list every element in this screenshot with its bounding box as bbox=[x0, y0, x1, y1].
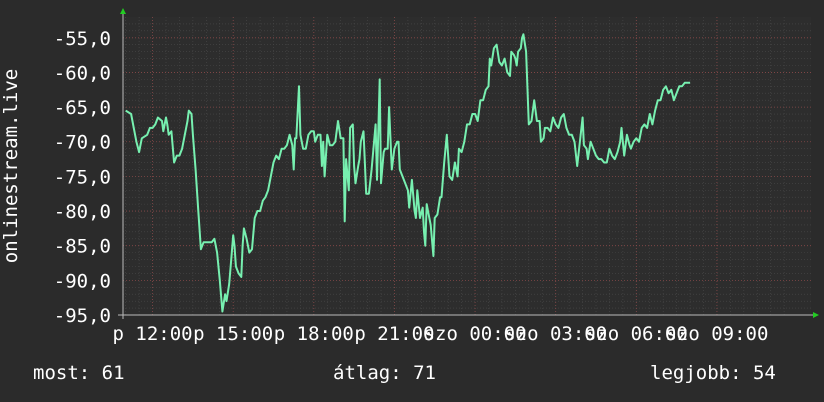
y-tick-label: -85,0 bbox=[54, 236, 111, 258]
current-value: most: 61 bbox=[33, 362, 125, 384]
y-tick-label: -60,0 bbox=[54, 62, 111, 84]
line-chart: -55,0 -60,0 -65,0 -70,0 -75,0 -80,0 -85,0 -90,0… bbox=[0, 8, 819, 345]
y-axis-arrow bbox=[120, 8, 126, 14]
y-tick-label: -80,0 bbox=[54, 201, 111, 223]
x-tick-label: szo 09:00 bbox=[665, 323, 768, 345]
x-tick-labels: p 12:00 p 15:00 p 18:00 p 21:00szo 00:00szo… bbox=[113, 323, 769, 345]
y-tick-label: -55,0 bbox=[54, 28, 111, 50]
y-tick-label: -65,0 bbox=[54, 97, 111, 119]
best-value: legjobb: 54 bbox=[650, 362, 776, 384]
y-tick-label: -70,0 bbox=[54, 132, 111, 154]
y-tick-label: -90,0 bbox=[54, 270, 111, 292]
x-tick-label: p 12:00 bbox=[113, 323, 193, 345]
plot-area bbox=[123, 17, 811, 315]
x-axis-arrow bbox=[813, 312, 819, 318]
x-tick-label: p 21:00 bbox=[354, 323, 434, 345]
x-tick-label: p 18:00 bbox=[274, 323, 354, 345]
y-tick-label: -75,0 bbox=[54, 166, 111, 188]
y-tick-label: -95,0 bbox=[54, 305, 111, 327]
x-tick-label: p 15:00 bbox=[193, 323, 273, 345]
y-tick-labels: -55,0 -60,0 -65,0 -70,0 -75,0 -80,0 -85,0 -90,0… bbox=[54, 28, 111, 327]
y-axis-label: onlinestream.live bbox=[0, 69, 22, 263]
average-value: átlag: 71 bbox=[333, 362, 436, 384]
